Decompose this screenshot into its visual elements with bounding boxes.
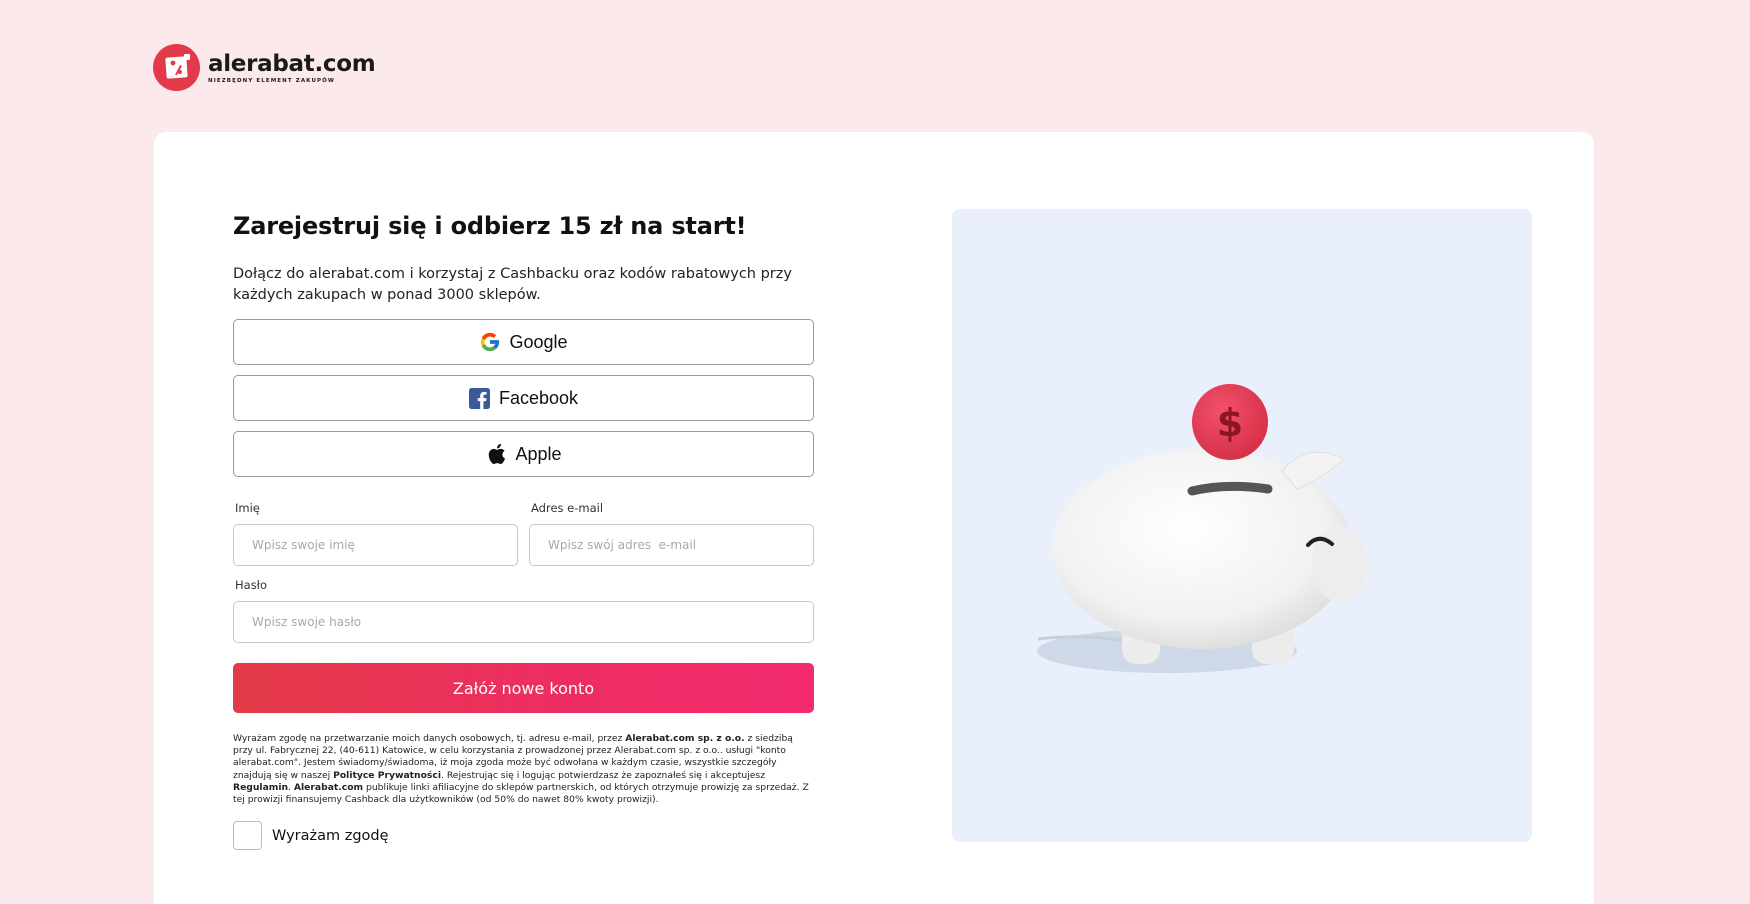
logo-name: alerabat.com: [208, 51, 376, 77]
logo-icon: [153, 44, 200, 91]
email-input[interactable]: [529, 524, 814, 566]
consent-checkbox[interactable]: [233, 821, 262, 850]
page-title: Zarejestruj się i odbierz 15 zł na start…: [233, 212, 747, 240]
coin-symbol: $: [1217, 401, 1243, 445]
consent-row[interactable]: Wyrażam zgodę: [233, 821, 389, 850]
legal-notice: Wyrażam zgodę na przetwarzanie moich dan…: [233, 733, 809, 806]
facebook-label: Facebook: [498, 387, 579, 408]
name-input[interactable]: [233, 524, 518, 566]
apple-icon: [485, 443, 507, 465]
google-icon: [479, 331, 501, 353]
illustration-panel: $: [952, 209, 1532, 842]
piggy-bank-icon: $: [1037, 384, 1368, 673]
name-label: Imię: [235, 501, 260, 515]
brand-logo[interactable]: alerabat.com NIEZBĘDNY ELEMENT ZAKUPÓW: [153, 44, 376, 91]
facebook-icon: [469, 387, 491, 409]
google-label: Google: [509, 331, 568, 352]
facebook-signup-button[interactable]: Facebook: [233, 375, 814, 421]
email-label: Adres e-mail: [531, 501, 604, 515]
privacy-policy-link[interactable]: Polityce Prywatności: [333, 770, 441, 781]
apple-label: Apple: [515, 443, 562, 464]
page-subtitle: Dołącz do alerabat.com i korzystaj z Cas…: [233, 266, 792, 303]
terms-link[interactable]: Regulamin: [233, 782, 288, 793]
password-input[interactable]: [233, 601, 814, 643]
apple-signup-button[interactable]: Apple: [233, 431, 814, 477]
password-label: Hasło: [235, 578, 267, 592]
consent-label: Wyrażam zgodę: [272, 827, 389, 844]
create-account-button[interactable]: Załóż nowe konto: [233, 663, 814, 713]
logo-tagline: NIEZBĘDNY ELEMENT ZAKUPÓW: [208, 78, 336, 84]
google-signup-button[interactable]: Google: [233, 319, 814, 365]
